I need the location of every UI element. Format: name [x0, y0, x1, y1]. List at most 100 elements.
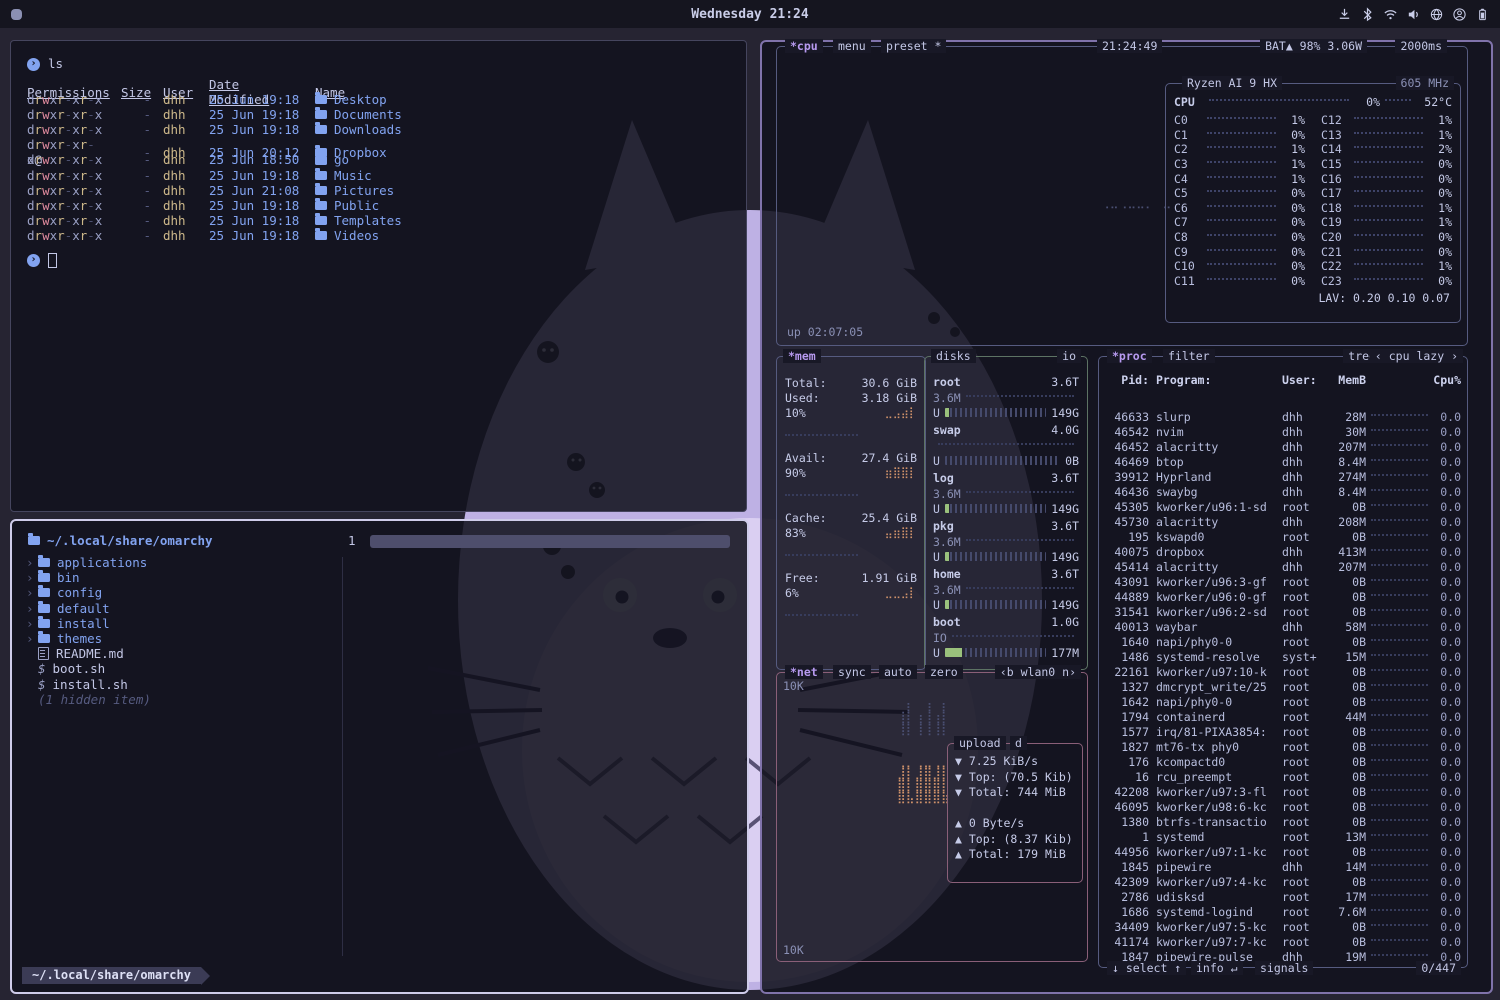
process-row[interactable]: 46542 nvim dhh 30M 0.0: [1105, 424, 1461, 439]
process-row[interactable]: 2786 udisksd root 17M 0.0: [1105, 889, 1461, 904]
tab-zero[interactable]: zero: [925, 665, 963, 679]
process-row[interactable]: 45730 alacritty dhh 208M 0.0: [1105, 514, 1461, 529]
proc-user: root: [1282, 845, 1326, 859]
list-item[interactable]: › bin: [26, 570, 326, 585]
core-meter: [1207, 219, 1276, 221]
process-row[interactable]: 44956 kworker/u97:1-kc root 0B 0.0: [1105, 844, 1461, 859]
process-row[interactable]: 1642 napi/phy0-0 root 0B 0.0: [1105, 694, 1461, 709]
proc-signals-hint[interactable]: signals: [1255, 961, 1313, 975]
list-item[interactable]: › config: [26, 585, 326, 600]
package-icon[interactable]: [1337, 7, 1352, 22]
tab-proc[interactable]: *proc: [1107, 349, 1152, 363]
process-row[interactable]: 40013 waybar dhh 58M 0.0: [1105, 619, 1461, 634]
disk-used-meter: [945, 552, 1046, 561]
process-row[interactable]: 1827 mt76-tx phy0 root 0B 0.0: [1105, 739, 1461, 754]
bluetooth-icon[interactable]: [1360, 7, 1375, 22]
tab-disks[interactable]: disks: [931, 349, 976, 363]
tab-strip[interactable]: [370, 535, 730, 548]
process-row[interactable]: 1794 containerd root 44M 0.0: [1105, 709, 1461, 724]
process-row[interactable]: 46095 kworker/u98:6-kc root 0B 0.0: [1105, 799, 1461, 814]
terminal-window[interactable]: › ls Permissions Size User Date Modified…: [10, 40, 747, 512]
process-row[interactable]: 46436 swaybg dhh 8.4M 0.0: [1105, 484, 1461, 499]
proc-cpu: 0.0: [1433, 605, 1461, 619]
process-row[interactable]: 39912 Hyprland dhh 274M 0.0: [1105, 469, 1461, 484]
file-manager-window[interactable]: ~/.local/share/omarchy 1 › applications …: [10, 519, 749, 994]
process-row[interactable]: 42309 kworker/u97:4-kc root 0B 0.0: [1105, 874, 1461, 889]
tab-upload-key[interactable]: d: [1010, 736, 1027, 750]
disk-used-meter: [945, 408, 1046, 417]
tab-auto[interactable]: auto: [879, 665, 917, 679]
process-row[interactable]: 1 systemd root 13M 0.0: [1105, 829, 1461, 844]
proc-cpu-graph: [1371, 924, 1428, 926]
process-row[interactable]: 41174 kworker/u97:7-kc root 0B 0.0: [1105, 934, 1461, 949]
btop-window[interactable]: *cpu menu preset * 21:24:49 BAT▲ 98% 3.0…: [760, 40, 1493, 994]
process-row[interactable]: 1640 napi/phy0-0 root 0B 0.0: [1105, 634, 1461, 649]
proc-cpu-graph: [1371, 864, 1428, 866]
tab-net[interactable]: *net: [785, 665, 823, 679]
process-row[interactable]: 31541 kworker/u96:2-sd root 0B 0.0: [1105, 604, 1461, 619]
process-list[interactable]: 46633 slurp dhh 28M 0.0 46542 nvim dhh: [1105, 409, 1461, 963]
process-row[interactable]: 195 kswapd0 root 0B 0.0: [1105, 529, 1461, 544]
proc-mem: 0B: [1326, 665, 1366, 679]
tab-preset[interactable]: preset *: [881, 39, 946, 53]
proc-mem: 0B: [1326, 875, 1366, 889]
list-item[interactable]: (1 hidden item): [26, 692, 326, 707]
tab-mem[interactable]: *mem: [783, 349, 821, 363]
list-item[interactable]: install.sh: [26, 677, 326, 692]
permissions: drwxr-xr-x: [27, 183, 109, 198]
process-row[interactable]: 43091 kworker/u96:3-gf root 0B 0.0: [1105, 574, 1461, 589]
tab-cpu[interactable]: *cpu: [785, 39, 823, 53]
process-row[interactable]: 1577 irq/81-PIXA3854: root 0B 0.0: [1105, 724, 1461, 739]
core-pct: 0%: [1281, 245, 1305, 259]
folder-icon: [28, 536, 40, 545]
tab-filter[interactable]: filter: [1163, 349, 1215, 363]
proc-select-hint[interactable]: ↓ select ↑: [1107, 961, 1186, 975]
permissions: drwxr-xr-x: [27, 168, 109, 183]
process-row[interactable]: 1327 dmcrypt_write/25 root 0B 0.0: [1105, 679, 1461, 694]
core-label: C15: [1321, 157, 1349, 171]
process-row[interactable]: 22161 kworker/u97:10-k root 0B 0.0: [1105, 664, 1461, 679]
file-owner: dhh: [163, 107, 197, 122]
proc-pid: 176: [1105, 755, 1149, 769]
process-row[interactable]: 44889 kworker/u96:0-gf root 0B 0.0: [1105, 589, 1461, 604]
list-item[interactable]: › themes: [26, 631, 326, 646]
net-interface[interactable]: ‹b wlan0 n›: [995, 665, 1081, 679]
tab-menu[interactable]: menu: [833, 39, 871, 53]
process-row[interactable]: 1686 systemd-logind root 7.6M 0.0: [1105, 904, 1461, 919]
prompt-line-2[interactable]: ›: [27, 251, 730, 269]
battery-icon[interactable]: [1475, 7, 1490, 22]
tab-sync[interactable]: sync: [833, 665, 871, 679]
process-row[interactable]: 40075 dropbox dhh 413M 0.0: [1105, 544, 1461, 559]
core-row: C4 1%: [1174, 171, 1305, 186]
list-item[interactable]: › applications: [26, 555, 326, 570]
process-row[interactable]: 42208 kworker/u97:3-fl root 0B 0.0: [1105, 784, 1461, 799]
list-item[interactable]: README.md: [26, 646, 326, 661]
globe-icon[interactable]: [1429, 7, 1444, 22]
list-item[interactable]: boot.sh: [26, 661, 326, 676]
tab-io[interactable]: io: [1057, 349, 1081, 363]
process-row[interactable]: 46469 btop dhh 8.4M 0.0: [1105, 454, 1461, 469]
proc-mem: 0B: [1326, 815, 1366, 829]
ls-row: drwxr-xr-x - dhh 25 Jun 19:18 Music: [27, 168, 730, 183]
pane-divider: [342, 557, 343, 956]
process-row[interactable]: 45414 alacritty dhh 207M 0.0: [1105, 559, 1461, 574]
process-row[interactable]: 45305 kworker/u96:1-sd root 0B 0.0: [1105, 499, 1461, 514]
proc-sort-selector[interactable]: ‹ cpu lazy ›: [1370, 349, 1463, 363]
list-item[interactable]: › default: [26, 601, 326, 616]
refresh-interval[interactable]: 2000ms: [1395, 39, 1447, 53]
wifi-icon[interactable]: [1383, 7, 1398, 22]
tab-upload[interactable]: upload: [954, 736, 1006, 750]
list-item[interactable]: › install: [26, 616, 326, 631]
proc-info-hint[interactable]: info ↵: [1191, 961, 1243, 975]
process-row[interactable]: 176 kcompactd0 root 0B 0.0: [1105, 754, 1461, 769]
process-row[interactable]: 46452 alacritty dhh 207M 0.0: [1105, 439, 1461, 454]
process-row[interactable]: 1380 btrfs-transactio root 0B 0.0: [1105, 814, 1461, 829]
volume-icon[interactable]: [1406, 7, 1421, 22]
process-row[interactable]: 34409 kworker/u97:5-kc root 0B 0.0: [1105, 919, 1461, 934]
account-icon[interactable]: [1452, 7, 1467, 22]
process-row[interactable]: 1845 pipewire dhh 14M 0.0: [1105, 859, 1461, 874]
process-row[interactable]: 16 rcu_preempt root 0B 0.0: [1105, 769, 1461, 784]
process-row[interactable]: 46633 slurp dhh 28M 0.0: [1105, 409, 1461, 424]
workspace-indicator[interactable]: [11, 9, 22, 20]
process-row[interactable]: 1486 systemd-resolve syst+ 15M 0.0: [1105, 649, 1461, 664]
